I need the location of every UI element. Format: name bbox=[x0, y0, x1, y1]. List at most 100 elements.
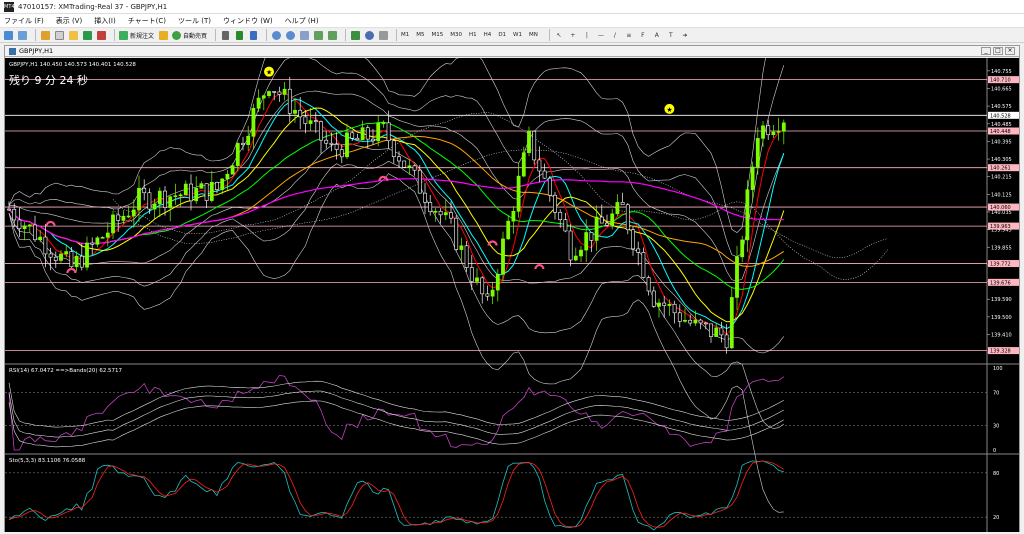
profiles-button[interactable] bbox=[17, 29, 27, 41]
candle-body bbox=[95, 237, 100, 245]
timeframe-m30[interactable]: M30 bbox=[450, 32, 462, 38]
templates-button[interactable] bbox=[378, 29, 388, 41]
candle-chart-button[interactable] bbox=[234, 29, 244, 41]
chart-window-controls: _ □ × bbox=[979, 47, 1015, 55]
toolbar: 新規注文 自動売買 M1 M5 M15 M30 H1 H4 D1 W1 MN ↖… bbox=[0, 27, 1024, 43]
candlestick-icon bbox=[235, 30, 243, 40]
market-watch-button[interactable] bbox=[40, 29, 50, 41]
candle-body bbox=[22, 225, 27, 230]
candle-body bbox=[641, 252, 646, 278]
maximize-button[interactable]: □ bbox=[993, 47, 1003, 55]
menu-bar: ファイル (F) 表示 (V) 挿入(I) チャート(C) ツール (T) ウィ… bbox=[0, 14, 1024, 27]
auto-trade-button[interactable]: 自動売買 bbox=[172, 29, 207, 41]
candle-body bbox=[235, 143, 240, 166]
stochastic-indicator bbox=[8, 460, 784, 531]
text-icon: A bbox=[654, 31, 659, 39]
timeframe-d1[interactable]: D1 bbox=[498, 32, 506, 38]
menu-help[interactable]: ヘルプ (H) bbox=[285, 16, 319, 26]
candle-body bbox=[553, 194, 557, 213]
candle-body bbox=[334, 144, 339, 150]
menu-view[interactable]: 表示 (V) bbox=[56, 16, 82, 26]
candle-body bbox=[355, 137, 360, 141]
candle-body bbox=[360, 127, 365, 141]
text-label-button[interactable]: T bbox=[666, 29, 676, 41]
price-tick-label: 140.665 bbox=[991, 86, 1012, 92]
meta-editor-icon bbox=[158, 30, 168, 40]
candle-body bbox=[74, 255, 79, 268]
cursor-button[interactable]: ↖ bbox=[554, 29, 564, 41]
rsi-indicator bbox=[8, 374, 785, 451]
trendline-icon: / bbox=[613, 31, 616, 39]
text-button[interactable]: A bbox=[652, 29, 662, 41]
auto-scroll-button[interactable] bbox=[313, 29, 323, 41]
price-chart-svg[interactable]: 140.755 140.665 140.575 140.485 140.395 140.3… bbox=[5, 0, 1019, 532]
terminal-button[interactable] bbox=[82, 29, 92, 41]
candle-body bbox=[303, 116, 308, 124]
trendline-button[interactable]: / bbox=[610, 29, 620, 41]
tile-windows-icon bbox=[299, 30, 309, 40]
horizontal-line-button[interactable]: — bbox=[596, 29, 606, 41]
candle-body bbox=[189, 183, 193, 202]
new-order-button[interactable]: 新規注文 bbox=[119, 29, 154, 41]
meta-editor-button[interactable] bbox=[158, 29, 168, 41]
candle-body bbox=[168, 196, 173, 208]
fibonacci-button[interactable]: F bbox=[638, 29, 648, 41]
chart-shift-button[interactable] bbox=[327, 29, 337, 41]
candle-body bbox=[282, 88, 287, 95]
data-window-button[interactable] bbox=[54, 29, 64, 41]
tester-button[interactable] bbox=[96, 29, 106, 41]
rsi-scale-label: 70 bbox=[993, 391, 999, 397]
candle-body bbox=[225, 173, 230, 180]
minimize-button[interactable]: _ bbox=[981, 47, 991, 55]
candle-body bbox=[204, 183, 209, 201]
line-chart-button[interactable] bbox=[248, 29, 258, 41]
candle-body bbox=[256, 97, 261, 109]
stoch-k-line bbox=[8, 460, 784, 531]
candle-body bbox=[230, 165, 235, 175]
bar-chart-button[interactable] bbox=[220, 29, 230, 41]
menu-insert[interactable]: 挿入(I) bbox=[94, 16, 116, 26]
periods-button[interactable] bbox=[364, 29, 374, 41]
timeframe-mn[interactable]: MN bbox=[529, 32, 538, 38]
timeframe-h1[interactable]: H1 bbox=[469, 32, 477, 38]
zoom-in-button[interactable] bbox=[271, 29, 281, 41]
candle-body bbox=[209, 182, 214, 201]
candle-body bbox=[126, 215, 131, 218]
timeframe-m1[interactable]: M1 bbox=[401, 32, 409, 38]
timeframe-h4[interactable]: H4 bbox=[484, 32, 492, 38]
timeframe-w1[interactable]: W1 bbox=[513, 32, 522, 38]
band-upper-line bbox=[9, 90, 785, 282]
zoom-out-button[interactable] bbox=[285, 29, 295, 41]
timeframe-m15[interactable]: M15 bbox=[432, 32, 444, 38]
candle-body bbox=[688, 319, 693, 324]
candle-body bbox=[339, 149, 344, 158]
candle-body bbox=[376, 122, 381, 142]
candle-body bbox=[729, 297, 734, 349]
arrows-button[interactable]: ➜ bbox=[680, 29, 690, 41]
crosshair-button[interactable]: + bbox=[568, 29, 578, 41]
candle-body bbox=[459, 245, 464, 250]
tile-windows-button[interactable] bbox=[299, 29, 309, 41]
menu-file[interactable]: ファイル (F) bbox=[4, 16, 44, 26]
indicators-button[interactable] bbox=[350, 29, 360, 41]
candle-body bbox=[620, 202, 625, 206]
channel-button[interactable]: ≡ bbox=[624, 29, 634, 41]
menu-charts[interactable]: チャート(C) bbox=[128, 16, 166, 26]
menu-tools[interactable]: ツール (T) bbox=[178, 16, 211, 26]
vertical-line-button[interactable]: | bbox=[582, 29, 592, 41]
clock-icon bbox=[364, 30, 374, 40]
level-price-label: 139.772 bbox=[990, 262, 1011, 268]
candle-body bbox=[485, 293, 490, 297]
menu-window[interactable]: ウィンドウ (W) bbox=[223, 16, 273, 26]
tester-icon bbox=[96, 30, 106, 40]
new-chart-button[interactable] bbox=[3, 29, 13, 41]
timeframe-m5[interactable]: M5 bbox=[416, 32, 424, 38]
candle-body bbox=[220, 178, 225, 190]
navigator-button[interactable] bbox=[68, 29, 78, 41]
candle-body bbox=[17, 219, 22, 230]
candle-body bbox=[714, 327, 719, 337]
templates-icon bbox=[378, 30, 388, 40]
candle-body bbox=[173, 195, 178, 198]
close-button[interactable]: × bbox=[1005, 47, 1015, 55]
chart-area[interactable]: 140.755 140.665 140.575 140.485 140.395 140.3… bbox=[5, 0, 1019, 532]
